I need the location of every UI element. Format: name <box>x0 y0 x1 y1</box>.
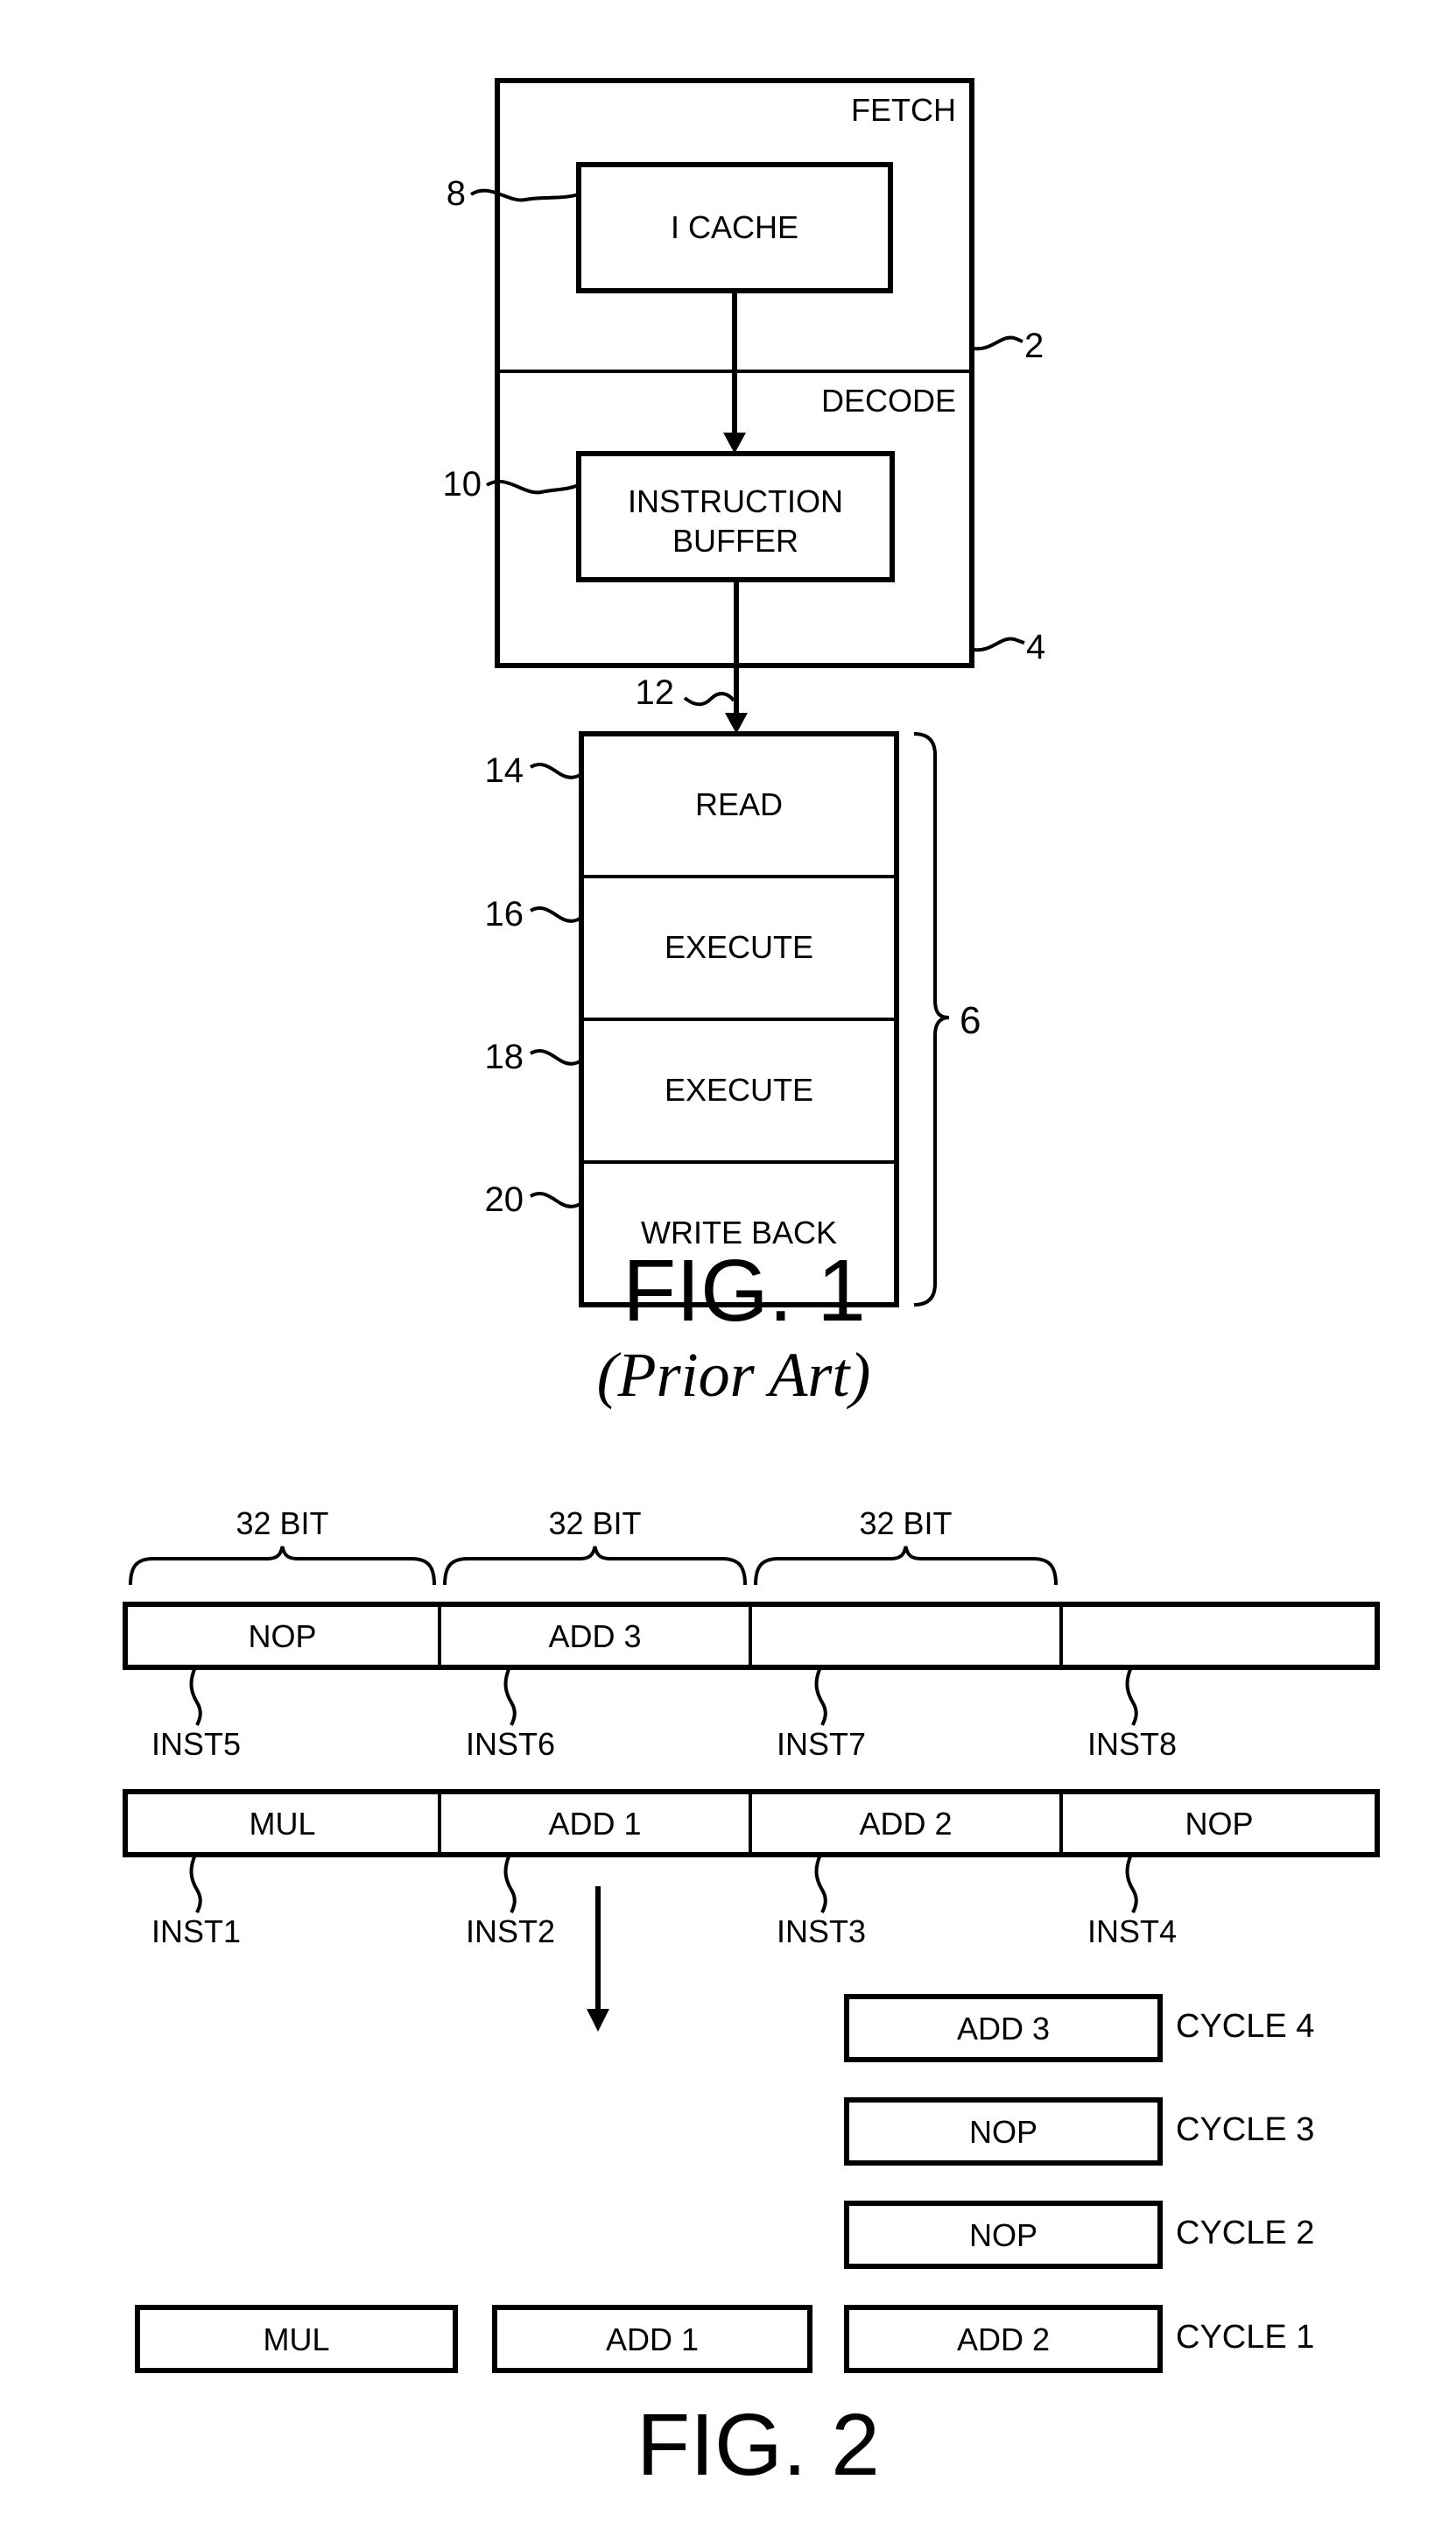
bit-width-label: 32 BIT <box>548 1505 641 1541</box>
inst-leader <box>814 1666 827 1726</box>
inst-label: INST4 <box>1087 1913 1177 1949</box>
pipeline-stage-execute-2: EXECUTE <box>665 1072 813 1108</box>
inst-label: INST5 <box>151 1726 241 1762</box>
upper-instruction-word: NOP INST5 ADD 3 INST6 INST7 INST8 <box>123 1602 1380 1762</box>
leader-execute-1 <box>530 906 583 923</box>
bit-width-brace <box>443 1546 747 1586</box>
ref-numeral-write-back: 20 <box>485 1180 524 1219</box>
ref-numeral-issue-path: 12 <box>636 673 675 712</box>
instruction-slot: ADD 2 <box>859 1806 952 1842</box>
inst-leader <box>814 1854 827 1913</box>
issued-instruction: ADD 1 <box>606 2321 699 2357</box>
ref-numeral-decode-stage: 4 <box>1026 628 1045 666</box>
fig1-caption: FIG. 1 <box>622 1242 866 1340</box>
decode-stage-label: DECODE <box>821 383 956 419</box>
ref-numeral-read: 14 <box>485 751 524 790</box>
pipeline-stage-execute-1: EXECUTE <box>665 929 813 965</box>
inst-label: INST2 <box>466 1913 555 1949</box>
ref-numeral-pipeline-group: 6 <box>960 999 981 1042</box>
inst-label: INST7 <box>777 1726 866 1762</box>
bit-width-label: 32 BIT <box>859 1505 952 1541</box>
fig1-prior-art: (Prior Art) <box>597 1340 871 1410</box>
ref-numeral-instruction-buffer: 10 <box>443 465 482 504</box>
icache-label: I CACHE <box>671 209 798 245</box>
arrowhead-icon <box>587 2009 609 2032</box>
inst-leader <box>1125 1854 1138 1913</box>
leader-issue-path <box>683 692 735 707</box>
inst-label: INST8 <box>1087 1726 1177 1762</box>
inst-leader <box>503 1854 517 1913</box>
fetch-stage-label: FETCH <box>851 92 956 128</box>
arrowhead-icon <box>725 713 748 734</box>
patent-drawing-sheet: FETCH DECODE I CACHE INSTRUCTION BUFFER … <box>123 78 1380 2494</box>
cycle-label: CYCLE 1 <box>1176 2319 1314 2356</box>
instruction-buffer-label-line1: INSTRUCTION <box>628 483 843 519</box>
instruction-slot: MUL <box>249 1806 315 1842</box>
instruction-slot: ADD 3 <box>548 1618 641 1654</box>
pipeline-group-brace <box>913 732 950 1307</box>
inst-leader <box>503 1666 517 1726</box>
inst-leader <box>1125 1666 1138 1726</box>
inst-label: INST3 <box>777 1913 866 1949</box>
ref-numeral-execute-1: 16 <box>485 895 524 933</box>
issued-instruction: NOP <box>969 2114 1037 2150</box>
instruction-buffer-label-line2: BUFFER <box>672 523 798 559</box>
ref-numeral-icache: 8 <box>447 174 466 213</box>
instruction-slot: NOP <box>248 1618 316 1654</box>
issued-instruction: ADD 3 <box>957 2011 1050 2046</box>
cycle-label: CYCLE 4 <box>1176 2008 1314 2045</box>
inst-leader <box>189 1854 202 1913</box>
cycle-label: CYCLE 2 <box>1176 2215 1314 2251</box>
bit-width-label: 32 BIT <box>236 1505 328 1541</box>
leader-execute-2 <box>530 1049 583 1066</box>
pipeline-stage-read: READ <box>695 786 783 822</box>
ref-numeral-fetch-stage: 2 <box>1024 327 1044 365</box>
instruction-slot: NOP <box>1185 1806 1253 1842</box>
issued-instruction: ADD 2 <box>957 2321 1050 2357</box>
fig2: 32 BIT 32 BIT 32 BIT NOP INST5 ADD 3 INST6 INS… <box>123 1505 1380 2494</box>
leader-fetch-stage <box>973 335 1023 351</box>
lower-instruction-word: MUL INST1 ADD 1 INST2 ADD 2 INST3 NOP INST4 <box>123 1789 1380 1949</box>
leader-write-back <box>530 1192 583 1208</box>
bit-width-brace <box>754 1546 1058 1586</box>
inst-label: INST1 <box>151 1913 241 1949</box>
fig1: FETCH DECODE I CACHE INSTRUCTION BUFFER … <box>443 78 1045 1410</box>
fig2-caption: FIG. 2 <box>637 2396 880 2494</box>
ref-numeral-execute-2: 18 <box>485 1038 524 1076</box>
issue-slots: MUL ADD 1 ADD 2 NOP NOP ADD 3 CYCLE 1 CYCLE 2 CY… <box>135 1994 1314 2373</box>
bit-width-annotations: 32 BIT 32 BIT 32 BIT <box>129 1505 1058 1586</box>
leader-read <box>530 763 583 779</box>
issued-instruction: MUL <box>263 2321 329 2357</box>
inst-label: INST6 <box>466 1726 555 1762</box>
issued-instruction: NOP <box>969 2217 1037 2253</box>
bit-width-brace <box>129 1546 436 1586</box>
leader-decode-stage <box>973 637 1025 652</box>
instruction-slot: ADD 1 <box>548 1806 641 1842</box>
inst-leader <box>189 1666 202 1726</box>
cycle-label: CYCLE 3 <box>1176 2111 1314 2148</box>
